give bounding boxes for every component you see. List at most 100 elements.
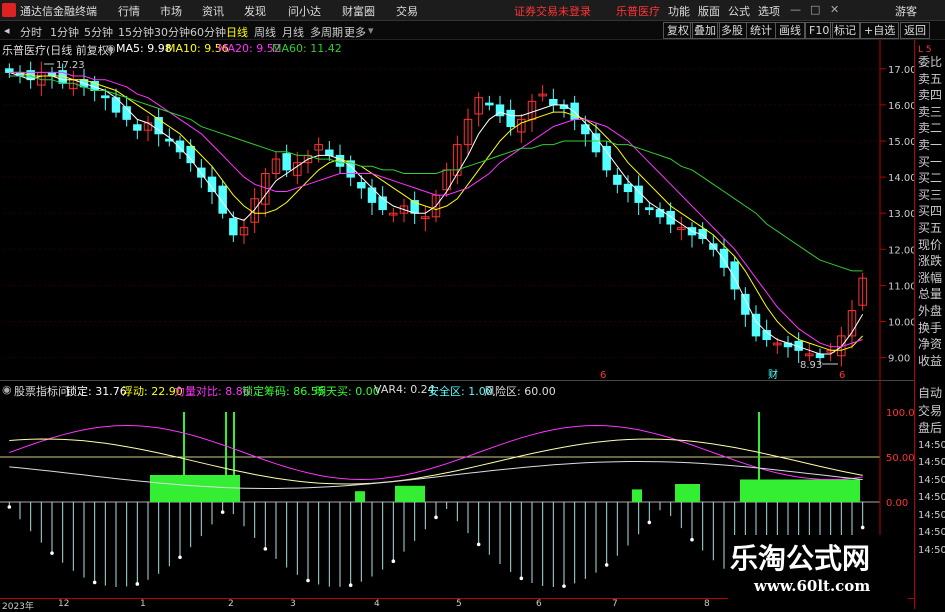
trade-time: 14:50: [918, 544, 945, 556]
close-icon[interactable]: ✕: [830, 3, 839, 16]
sub-tick-label: 100.0: [886, 408, 914, 419]
adjust-button[interactable]: 复权: [663, 22, 693, 39]
period-intraday[interactable]: 分时: [20, 24, 42, 40]
period-toolbar: ◂ 分时 1分钟 5分钟 15分钟 30分钟 60分钟 日线 周线 月线 多周期…: [0, 21, 945, 40]
quote-field-label: 买五: [918, 221, 943, 235]
price-tick-label: 15.00: [888, 137, 914, 148]
add-watchlist-button[interactable]: +自选: [860, 22, 900, 39]
candle-body: [549, 99, 558, 106]
time-label: 1: [140, 599, 146, 609]
power-line: [9, 424, 863, 481]
risk-zone-value: 风险区: 60.00: [484, 385, 556, 398]
menu-formula[interactable]: 公式: [728, 3, 750, 19]
period-30min[interactable]: 30分钟: [154, 24, 190, 40]
period-1min[interactable]: 1分钟: [50, 24, 79, 40]
watermark-title: 乐淘公式网: [730, 542, 871, 575]
period-5min[interactable]: 5分钟: [84, 24, 113, 40]
low-price-annotation: 8.93: [800, 360, 822, 371]
period-multi[interactable]: 多周期: [310, 24, 343, 40]
event-marker: 6: [600, 370, 606, 380]
minimize-icon[interactable]: —: [790, 3, 801, 16]
quote-field-label: 涨幅: [918, 270, 943, 285]
overlay-button[interactable]: 叠加: [690, 22, 720, 39]
menu-discover[interactable]: 发现: [244, 3, 266, 19]
menu-news[interactable]: 资讯: [202, 3, 224, 19]
candle-body: [506, 109, 515, 128]
statistics-button[interactable]: 统计: [746, 22, 776, 39]
draw-line-button[interactable]: 画线: [775, 22, 805, 39]
menu-functions[interactable]: 功能: [668, 3, 690, 19]
side-tab[interactable]: 自动: [918, 385, 945, 401]
quote-field-label: 买二: [918, 171, 943, 186]
chevron-down-icon[interactable]: ▾: [368, 24, 374, 37]
time-label: 3: [290, 599, 296, 609]
menu-wealth[interactable]: 财富圈: [342, 3, 375, 19]
period-monthly[interactable]: 月线: [282, 24, 304, 40]
back-button[interactable]: 返回: [900, 22, 930, 39]
guest-label[interactable]: 游客: [895, 3, 917, 19]
period-more[interactable]: 更多: [344, 24, 366, 40]
signal-dot: [348, 583, 353, 588]
high-price-annotation: 17.23: [56, 60, 85, 71]
signal-dot: [604, 563, 609, 567]
quote-field-label: 卖一: [918, 138, 943, 152]
safe-zone-value: 安全区: 1.00: [428, 385, 493, 398]
expand-icon[interactable]: ◂: [4, 24, 10, 37]
period-weekly[interactable]: 周线: [254, 24, 276, 40]
candle-body: [133, 124, 142, 131]
menu-quotes[interactable]: 行情: [118, 3, 140, 19]
menu-layout[interactable]: 版面: [698, 3, 720, 19]
quote-field-label: 委比: [918, 55, 943, 69]
period-daily[interactable]: 日线: [226, 24, 248, 40]
signal-dot: [860, 525, 865, 530]
candle-body: [623, 183, 633, 193]
quote-field-label: 涨跌: [918, 254, 943, 269]
signal-dot: [7, 505, 12, 509]
settings-icon[interactable]: ◉: [106, 42, 116, 55]
var4-value: VAR4: 0.24: [374, 383, 435, 396]
sub-tick-label: 50.00: [886, 453, 914, 464]
candle-body: [645, 207, 654, 211]
time-label: 8: [704, 599, 710, 609]
menu-options[interactable]: 选项: [758, 3, 780, 19]
settings-icon[interactable]: ◉: [2, 383, 12, 396]
period-15min[interactable]: 15分钟: [118, 24, 154, 40]
signal-dot: [220, 510, 225, 514]
mark-button[interactable]: 标记: [830, 22, 860, 39]
maximize-icon[interactable]: □: [810, 3, 820, 16]
candle-body: [282, 153, 291, 171]
sub-tick-label: 0.00: [886, 498, 908, 509]
period-60min[interactable]: 60分钟: [190, 24, 226, 40]
positive-block: [675, 484, 700, 502]
quote-field-label: 外盘: [918, 304, 943, 318]
ma60-label: MA60: 11.42: [272, 42, 342, 55]
event-marker: 6: [839, 370, 845, 380]
app-logo-icon: [2, 3, 16, 17]
quote-field-label: 买三: [918, 187, 943, 202]
trade-time: 14:50: [918, 457, 945, 468]
quote-field-label: 净资: [918, 337, 943, 352]
side-tab[interactable]: 盘后: [918, 420, 945, 436]
side-tab[interactable]: 交易: [918, 403, 945, 419]
signal-dot: [434, 515, 438, 520]
quote-field-label: 换手: [918, 320, 943, 335]
menu-market[interactable]: 市场: [160, 3, 182, 19]
multi-stock-button[interactable]: 多股: [717, 22, 747, 39]
candle-body: [229, 218, 238, 236]
trade-time: 14:50: [918, 527, 945, 538]
signal-dot: [391, 559, 396, 564]
price-tick-label: 17.00: [888, 65, 914, 76]
menu-trade[interactable]: 交易: [396, 3, 418, 19]
price-tick-label: 11.00: [888, 281, 914, 292]
trade-time: 14:50: [918, 509, 945, 521]
candlestick-chart[interactable]: 17.00 16.00 15.00 14.00 13.00 12.00 11.00 10.00…: [0, 40, 914, 380]
chips-value: 锁定筹码: 86.55: [242, 385, 325, 398]
price-tick-label: 14.00: [888, 173, 914, 184]
candle-body: [485, 102, 494, 106]
candle-body: [751, 313, 761, 337]
quote-field-label: 买四: [918, 204, 943, 219]
time-label: 7: [612, 599, 618, 609]
trade-login-alert[interactable]: 证券交易未登录: [514, 3, 591, 19]
menu-xiaoda[interactable]: 问小达: [288, 3, 321, 19]
time-label: 4: [374, 599, 380, 609]
